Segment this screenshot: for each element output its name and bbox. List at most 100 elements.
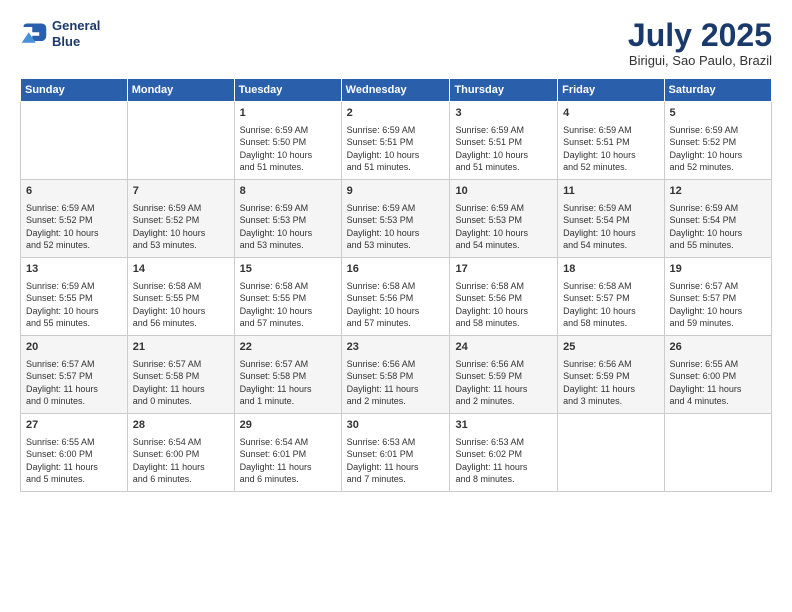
day-content: Sunset: 5:51 PM — [347, 136, 445, 149]
day-content: Daylight: 11 hours — [26, 461, 122, 474]
day-content: Sunset: 6:00 PM — [670, 370, 766, 383]
day-content: and 0 minutes. — [133, 395, 229, 408]
table-row: 16Sunrise: 6:58 AMSunset: 5:56 PMDayligh… — [341, 258, 450, 336]
day-content: Daylight: 10 hours — [347, 149, 445, 162]
day-content: Sunset: 5:52 PM — [670, 136, 766, 149]
logo-icon — [20, 20, 48, 48]
day-content: and 2 minutes. — [347, 395, 445, 408]
table-row: 26Sunrise: 6:55 AMSunset: 6:00 PMDayligh… — [664, 336, 771, 414]
col-friday: Friday — [558, 79, 664, 102]
day-content: Sunrise: 6:53 AM — [455, 436, 552, 449]
day-content: and 53 minutes. — [347, 239, 445, 252]
day-content: Sunrise: 6:55 AM — [670, 358, 766, 371]
day-content: Daylight: 10 hours — [563, 227, 658, 240]
table-row: 31Sunrise: 6:53 AMSunset: 6:02 PMDayligh… — [450, 414, 558, 492]
day-content: Sunset: 5:52 PM — [133, 214, 229, 227]
table-row: 21Sunrise: 6:57 AMSunset: 5:58 PMDayligh… — [127, 336, 234, 414]
day-number: 9 — [347, 184, 445, 199]
day-content: Sunset: 5:56 PM — [347, 292, 445, 305]
day-content: Daylight: 11 hours — [133, 383, 229, 396]
day-content: and 53 minutes. — [133, 239, 229, 252]
day-number: 1 — [240, 106, 336, 121]
day-content: Sunrise: 6:59 AM — [347, 202, 445, 215]
calendar-week-row: 1Sunrise: 6:59 AMSunset: 5:50 PMDaylight… — [21, 102, 772, 180]
calendar-week-row: 6Sunrise: 6:59 AMSunset: 5:52 PMDaylight… — [21, 180, 772, 258]
day-content: and 54 minutes. — [455, 239, 552, 252]
day-number: 31 — [455, 418, 552, 433]
table-row: 17Sunrise: 6:58 AMSunset: 5:56 PMDayligh… — [450, 258, 558, 336]
day-content: Sunrise: 6:59 AM — [26, 202, 122, 215]
day-content: Sunrise: 6:54 AM — [133, 436, 229, 449]
day-content: Sunset: 6:00 PM — [26, 448, 122, 461]
day-content: Sunset: 6:02 PM — [455, 448, 552, 461]
table-row: 19Sunrise: 6:57 AMSunset: 5:57 PMDayligh… — [664, 258, 771, 336]
day-content: Sunset: 5:57 PM — [563, 292, 658, 305]
day-number: 3 — [455, 106, 552, 121]
day-content: Sunrise: 6:58 AM — [563, 280, 658, 293]
day-content: Sunrise: 6:59 AM — [240, 202, 336, 215]
day-content: Sunrise: 6:59 AM — [563, 124, 658, 137]
day-content: Daylight: 10 hours — [670, 305, 766, 318]
day-content: Daylight: 11 hours — [347, 461, 445, 474]
day-number: 20 — [26, 340, 122, 355]
day-content: Daylight: 10 hours — [347, 305, 445, 318]
table-row: 18Sunrise: 6:58 AMSunset: 5:57 PMDayligh… — [558, 258, 664, 336]
table-row: 2Sunrise: 6:59 AMSunset: 5:51 PMDaylight… — [341, 102, 450, 180]
day-number: 18 — [563, 262, 658, 277]
day-content: Daylight: 11 hours — [240, 461, 336, 474]
day-number: 13 — [26, 262, 122, 277]
day-content: Sunset: 6:01 PM — [347, 448, 445, 461]
day-content: Sunrise: 6:58 AM — [133, 280, 229, 293]
day-content: and 58 minutes. — [563, 317, 658, 330]
day-number: 23 — [347, 340, 445, 355]
table-row: 25Sunrise: 6:56 AMSunset: 5:59 PMDayligh… — [558, 336, 664, 414]
table-row: 6Sunrise: 6:59 AMSunset: 5:52 PMDaylight… — [21, 180, 128, 258]
day-content: Daylight: 11 hours — [670, 383, 766, 396]
table-row: 11Sunrise: 6:59 AMSunset: 5:54 PMDayligh… — [558, 180, 664, 258]
day-content: Sunrise: 6:59 AM — [455, 124, 552, 137]
col-wednesday: Wednesday — [341, 79, 450, 102]
table-row: 10Sunrise: 6:59 AMSunset: 5:53 PMDayligh… — [450, 180, 558, 258]
day-content: and 3 minutes. — [563, 395, 658, 408]
table-row: 7Sunrise: 6:59 AMSunset: 5:52 PMDaylight… — [127, 180, 234, 258]
table-row: 1Sunrise: 6:59 AMSunset: 5:50 PMDaylight… — [234, 102, 341, 180]
day-content: Daylight: 10 hours — [670, 227, 766, 240]
day-content: Daylight: 10 hours — [455, 227, 552, 240]
col-thursday: Thursday — [450, 79, 558, 102]
table-row — [664, 414, 771, 492]
day-content: Sunrise: 6:57 AM — [670, 280, 766, 293]
day-content: and 57 minutes. — [240, 317, 336, 330]
day-content: Sunrise: 6:58 AM — [240, 280, 336, 293]
day-content: Sunrise: 6:59 AM — [670, 124, 766, 137]
day-content: and 6 minutes. — [240, 473, 336, 486]
day-content: Daylight: 11 hours — [133, 461, 229, 474]
day-content: Sunrise: 6:59 AM — [563, 202, 658, 215]
table-row: 14Sunrise: 6:58 AMSunset: 5:55 PMDayligh… — [127, 258, 234, 336]
table-row: 15Sunrise: 6:58 AMSunset: 5:55 PMDayligh… — [234, 258, 341, 336]
day-content: and 0 minutes. — [26, 395, 122, 408]
day-content: Daylight: 10 hours — [240, 149, 336, 162]
day-content: Sunrise: 6:59 AM — [347, 124, 445, 137]
col-sunday: Sunday — [21, 79, 128, 102]
day-content: and 51 minutes. — [455, 161, 552, 174]
table-row: 20Sunrise: 6:57 AMSunset: 5:57 PMDayligh… — [21, 336, 128, 414]
col-tuesday: Tuesday — [234, 79, 341, 102]
day-content: Daylight: 10 hours — [26, 305, 122, 318]
day-content: Sunset: 6:01 PM — [240, 448, 336, 461]
day-content: Sunrise: 6:56 AM — [455, 358, 552, 371]
logo-text: General Blue — [52, 18, 100, 49]
day-content: Sunset: 5:51 PM — [563, 136, 658, 149]
day-number: 27 — [26, 418, 122, 433]
day-content: and 8 minutes. — [455, 473, 552, 486]
day-content: Sunset: 5:53 PM — [455, 214, 552, 227]
day-content: Sunrise: 6:57 AM — [133, 358, 229, 371]
day-content: Sunset: 5:55 PM — [26, 292, 122, 305]
day-content: Sunrise: 6:58 AM — [347, 280, 445, 293]
day-content: Sunrise: 6:55 AM — [26, 436, 122, 449]
col-monday: Monday — [127, 79, 234, 102]
logo: General Blue — [20, 18, 100, 49]
day-content: Sunset: 5:54 PM — [563, 214, 658, 227]
day-content: and 52 minutes. — [26, 239, 122, 252]
day-content: and 52 minutes. — [670, 161, 766, 174]
day-content: Daylight: 11 hours — [563, 383, 658, 396]
